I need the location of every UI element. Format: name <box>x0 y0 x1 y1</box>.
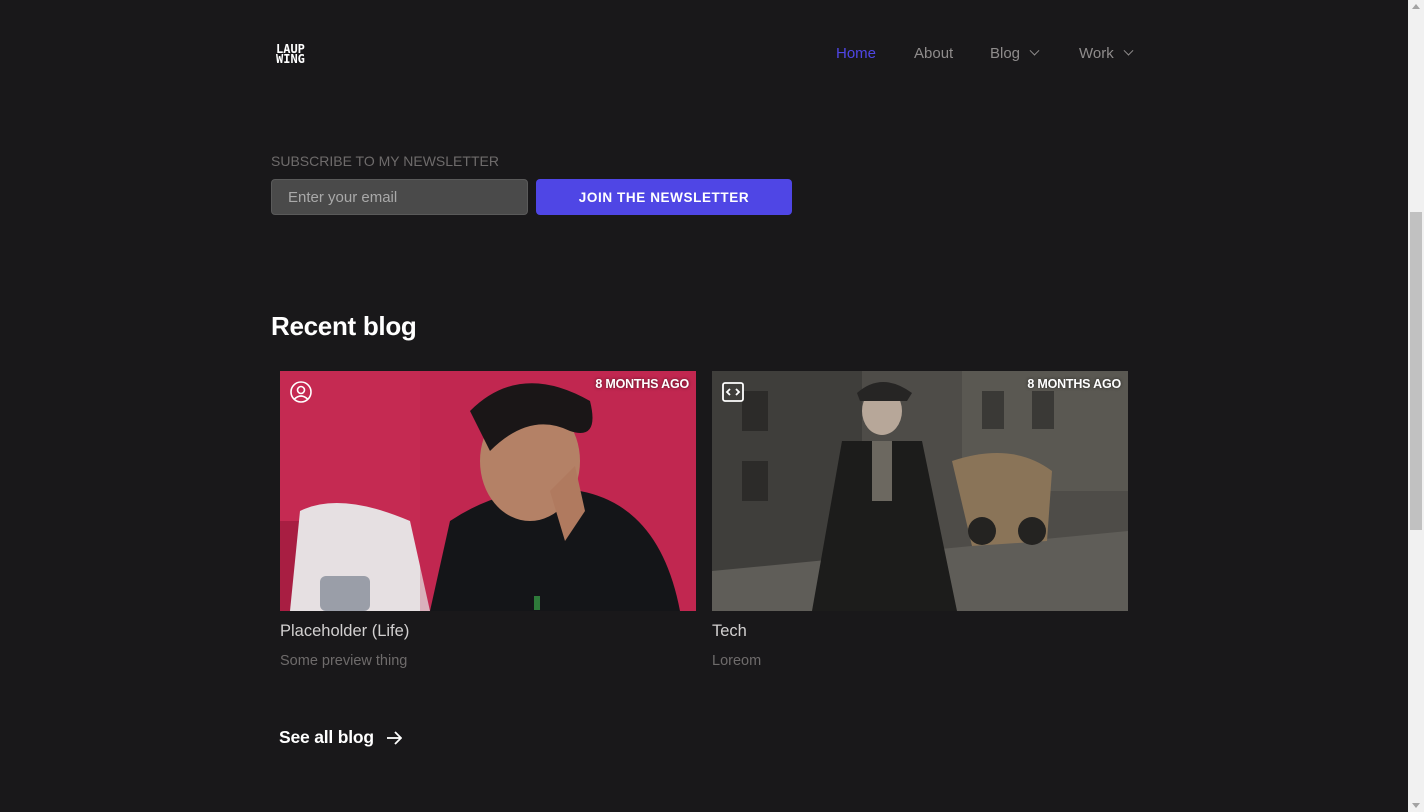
nav-blog-label: Blog <box>990 45 1021 62</box>
blog-post-preview: Loreom <box>712 653 762 669</box>
see-all-blog-label: See all blog <box>279 727 374 747</box>
logo-line-2: WING <box>276 52 305 66</box>
blog-card[interactable]: 8 MONTHS AGO Tech Loreom <box>712 371 1128 669</box>
blog-photo-life <box>280 371 696 611</box>
code-icon <box>722 382 744 402</box>
newsletter-label: SUBSCRIBE TO MY NEWSLETTER <box>271 153 499 169</box>
nav-work-label: Work <box>1079 45 1114 62</box>
nav-work[interactable]: Work <box>1079 45 1134 62</box>
blog-post-preview: Some preview thing <box>280 653 408 669</box>
blog-photo-tech <box>712 371 1128 611</box>
see-all-blog-link[interactable]: See all blog <box>279 727 402 748</box>
blog-post-title[interactable]: Placeholder (Life) <box>280 622 409 641</box>
blog-thumbnail[interactable]: 8 MONTHS AGO <box>712 371 1128 611</box>
chevron-down-icon <box>1029 45 1040 56</box>
nav-about-label: About <box>914 45 954 62</box>
post-age-badge: 8 MONTHS AGO <box>595 377 689 391</box>
scroll-up-arrow-icon[interactable] <box>1412 4 1420 9</box>
join-newsletter-button[interactable]: JOIN THE NEWSLETTER <box>536 179 792 215</box>
nav-blog[interactable]: Blog <box>990 45 1040 62</box>
scroll-down-arrow-icon[interactable] <box>1412 803 1420 808</box>
blog-post-title[interactable]: Tech <box>712 622 747 641</box>
section-title-recent-blog: Recent blog <box>271 311 417 341</box>
chevron-down-icon <box>1123 45 1134 56</box>
scrollbar-thumb[interactable] <box>1410 212 1422 530</box>
page-scrollbar[interactable] <box>1408 0 1424 812</box>
nav-home-label: Home <box>836 45 877 62</box>
post-age-badge: 8 MONTHS AGO <box>1027 377 1121 391</box>
nav-home[interactable]: Home <box>836 45 876 62</box>
site-logo[interactable]: LAUP WING <box>276 43 334 66</box>
blog-card[interactable]: 8 MONTHS AGO Placeholder (Life) Some pre… <box>280 371 696 669</box>
blog-thumbnail[interactable]: 8 MONTHS AGO <box>280 371 696 611</box>
user-circle-icon <box>290 381 312 403</box>
email-input[interactable] <box>271 179 528 215</box>
arrow-right-icon <box>386 730 402 745</box>
nav-about[interactable]: About <box>914 45 953 62</box>
